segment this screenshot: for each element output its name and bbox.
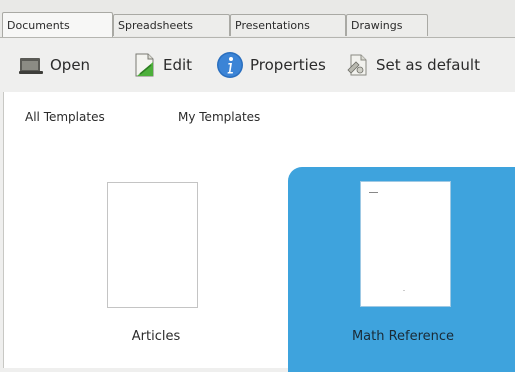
my-templates-filter[interactable]: My Templates <box>178 110 260 124</box>
info-icon <box>217 52 243 78</box>
tab-drawings[interactable]: Drawings <box>346 14 428 36</box>
all-templates-filter[interactable]: All Templates <box>25 110 105 124</box>
template-name: Articles <box>131 329 181 344</box>
open-label: Open <box>50 56 91 74</box>
thumbnail-page-mark <box>403 290 405 291</box>
tab-documents[interactable]: Documents <box>2 12 113 38</box>
folder-icon <box>19 58 43 74</box>
edit-document-icon <box>135 53 154 77</box>
template-thumbnail <box>360 181 451 307</box>
thumbnail-text-line <box>369 192 378 193</box>
template-view: All Templates My Templates Articles Math… <box>3 92 515 372</box>
set-as-default-button[interactable]: Set as default <box>346 50 480 80</box>
open-button[interactable]: Open <box>18 50 90 80</box>
tab-spreadsheets[interactable]: Spreadsheets <box>113 14 230 36</box>
set-default-icon <box>347 54 367 76</box>
properties-button[interactable]: Properties <box>216 50 326 80</box>
toolbar: Open Edit Properties Set as default <box>0 38 515 92</box>
set-as-default-label: Set as default <box>376 56 480 74</box>
template-name: Math Reference <box>351 329 455 344</box>
template-thumbnail <box>107 182 198 308</box>
template-tile-articles[interactable]: Articles <box>51 167 261 372</box>
edit-button[interactable]: Edit <box>133 50 192 80</box>
template-category-tabs: Documents Spreadsheets Presentations Dra… <box>0 0 515 38</box>
tab-presentations[interactable]: Presentations <box>230 14 346 36</box>
edit-label: Edit <box>163 56 193 74</box>
properties-label: Properties <box>250 56 326 74</box>
template-tile-math-reference[interactable]: Math Reference <box>288 167 515 372</box>
